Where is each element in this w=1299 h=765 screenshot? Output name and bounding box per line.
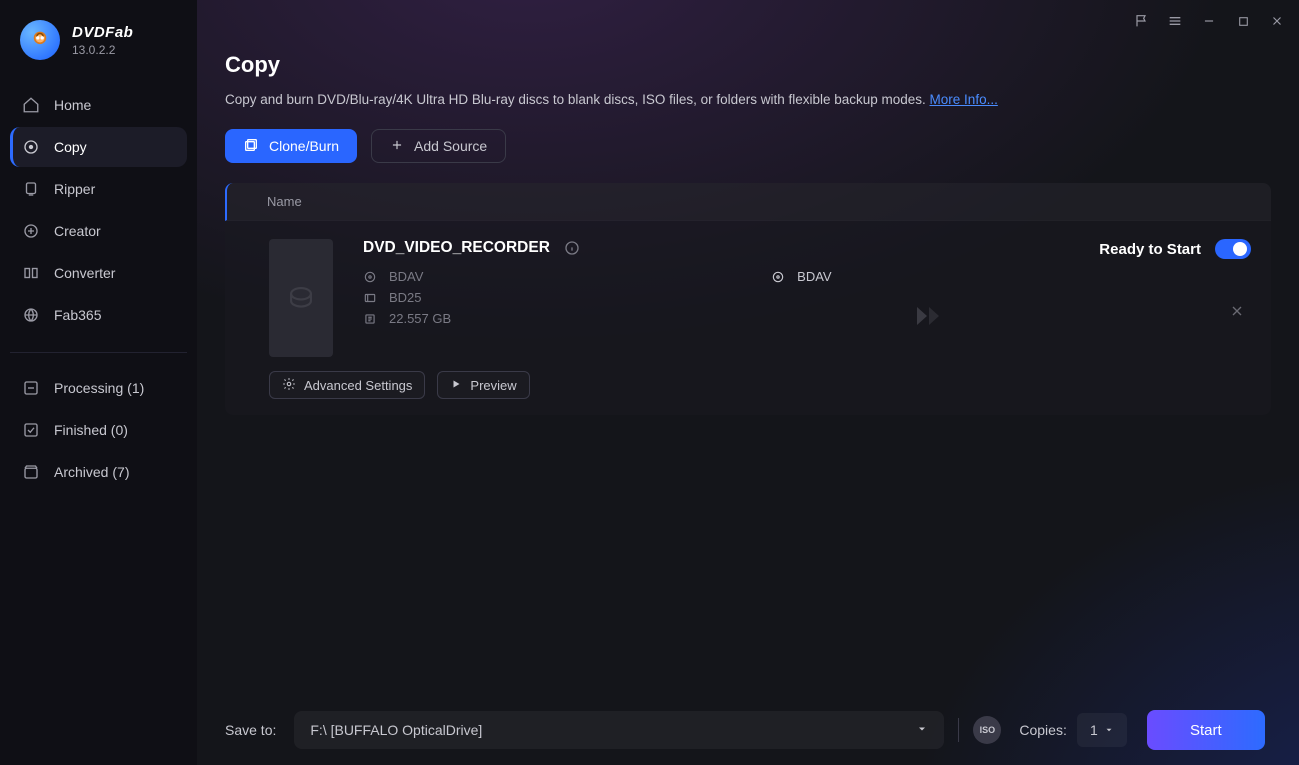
plus-icon [390, 138, 404, 155]
footer-bar: Save to: F:\ [BUFFALO OpticalDrive] ISO … [197, 695, 1299, 765]
titlebar [197, 0, 1299, 42]
sidebar-item-ripper[interactable]: Ripper [10, 169, 187, 209]
sidebar-item-label: Converter [54, 265, 115, 281]
iso-button[interactable]: ISO [973, 716, 1001, 744]
source-format: BDAV [363, 269, 451, 284]
maximize-icon[interactable] [1235, 13, 1251, 29]
sidebar-divider [10, 352, 187, 353]
processing-icon [22, 379, 40, 397]
gear-icon [282, 377, 296, 394]
finished-icon [22, 421, 40, 439]
info-icon[interactable] [564, 240, 580, 256]
sidebar-item-label: Copy [54, 139, 87, 155]
target-format: BDAV [771, 269, 831, 284]
enable-toggle[interactable] [1215, 239, 1251, 259]
start-button[interactable]: Start [1147, 710, 1265, 750]
sidebar-item-finished[interactable]: Finished (0) [10, 410, 187, 450]
copies-label: Copies: [1019, 722, 1066, 738]
sidebar-item-label: Fab365 [54, 307, 101, 323]
sidebar-item-home[interactable]: Home [10, 85, 187, 125]
row-status: Ready to Start [1099, 241, 1201, 258]
clone-burn-button[interactable]: Clone/Burn [225, 129, 357, 163]
disc-icon [22, 138, 40, 156]
archived-icon [22, 463, 40, 481]
sidebar-item-label: Home [54, 97, 91, 113]
separator [958, 718, 959, 742]
table-header: Name [225, 183, 1271, 221]
disc-thumbnail-icon [269, 239, 333, 357]
remove-row-icon[interactable] [1229, 303, 1247, 321]
sidebar-item-label: Ripper [54, 181, 95, 197]
converter-icon [22, 264, 40, 282]
size: 22.557 GB [363, 311, 451, 326]
sidebar-item-fab365[interactable]: Fab365 [10, 295, 187, 335]
creator-icon [22, 222, 40, 240]
page-title: Copy [225, 52, 1271, 78]
close-icon[interactable] [1269, 13, 1285, 29]
add-source-button[interactable]: Add Source [371, 129, 506, 163]
theme-icon[interactable] [1133, 13, 1149, 29]
source-table: Name DVD_VIDEO_RECORDER [225, 183, 1271, 415]
brand-block: DVDFab 13.0.2.2 [10, 20, 187, 60]
sidebar-item-archived[interactable]: Archived (7) [10, 452, 187, 492]
minimize-icon[interactable] [1201, 13, 1217, 29]
page-description: Copy and burn DVD/Blu-ray/4K Ultra HD Bl… [225, 92, 1271, 107]
column-name: Name [267, 194, 302, 209]
sidebar-item-converter[interactable]: Converter [10, 253, 187, 293]
advanced-settings-button[interactable]: Advanced Settings [269, 371, 425, 399]
sidebar-item-label: Finished (0) [54, 422, 128, 438]
sidebar: DVDFab 13.0.2.2 Home Copy Ripper Creator… [0, 0, 197, 765]
brand-version: 13.0.2.2 [72, 43, 133, 57]
chevron-down-icon [1104, 722, 1114, 738]
save-to-select[interactable]: F:\ [BUFFALO OpticalDrive] [294, 711, 944, 749]
sidebar-item-label: Creator [54, 223, 101, 239]
home-icon [22, 96, 40, 114]
chevron-down-icon [916, 722, 928, 738]
more-info-link[interactable]: More Info... [930, 92, 998, 107]
save-to-label: Save to: [225, 722, 276, 738]
sidebar-item-creator[interactable]: Creator [10, 211, 187, 251]
sidebar-item-label: Processing (1) [54, 380, 144, 396]
menu-icon[interactable] [1167, 13, 1183, 29]
sidebar-item-copy[interactable]: Copy [10, 127, 187, 167]
media-type: BD25 [363, 290, 451, 305]
copies-select[interactable]: 1 [1077, 713, 1127, 747]
sidebar-item-label: Archived (7) [54, 464, 130, 480]
preview-button[interactable]: Preview [437, 371, 529, 399]
ripper-icon [22, 180, 40, 198]
brand-name: DVDFab [72, 24, 133, 41]
sidebar-item-processing[interactable]: Processing (1) [10, 368, 187, 408]
main-area: Copy Copy and burn DVD/Blu-ray/4K Ultra … [197, 0, 1299, 765]
source-title: DVD_VIDEO_RECORDER [363, 239, 550, 257]
fab365-icon [22, 306, 40, 324]
table-row: DVD_VIDEO_RECORDER BDAV [225, 221, 1271, 415]
clone-icon [243, 137, 259, 156]
app-logo-icon [20, 20, 60, 60]
arrow-right-icon [915, 305, 955, 332]
play-icon [450, 378, 462, 393]
